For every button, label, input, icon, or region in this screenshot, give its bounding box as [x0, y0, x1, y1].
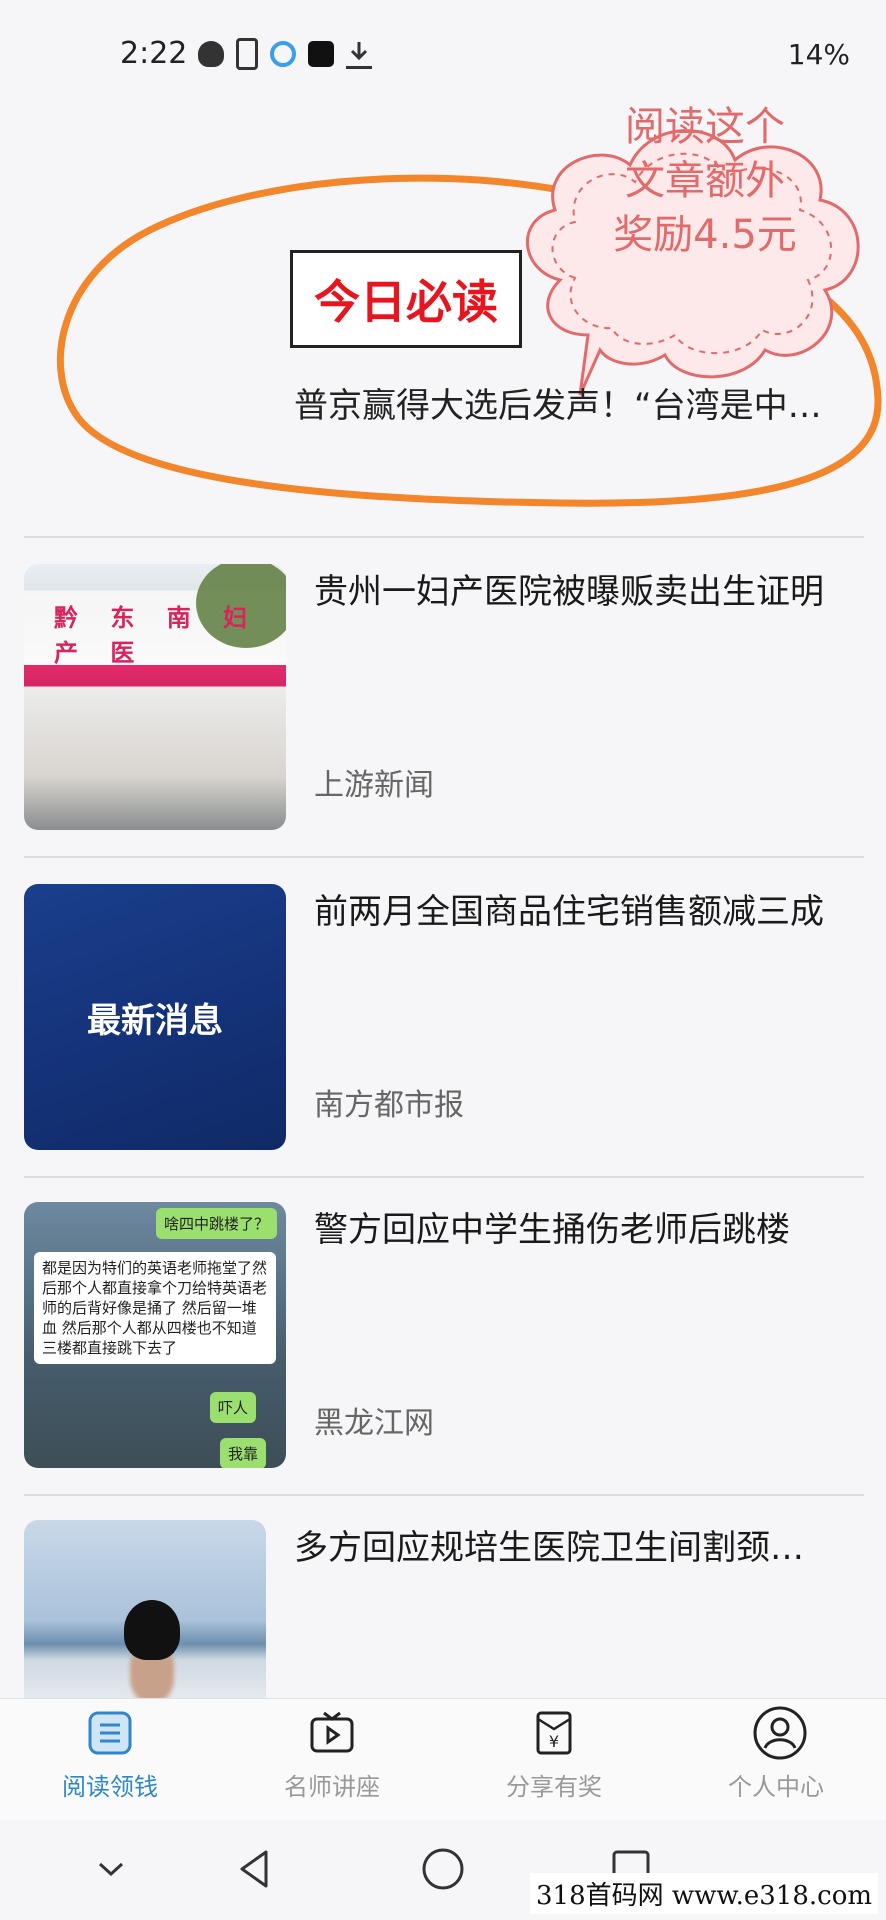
bonus-line-1: 阅读这个: [625, 104, 785, 150]
news-item[interactable]: 最新消息 前两月全国商品住宅销售额减三成 南方都市报: [24, 884, 864, 1154]
must-read-badge: 今日必读: [290, 250, 522, 348]
watermark: 318首码网 www.e318.com: [530, 1873, 878, 1914]
tab-lectures[interactable]: 名师讲座: [232, 1709, 432, 1802]
tab-label: 分享有奖: [506, 1773, 602, 1801]
divider: [24, 1176, 864, 1178]
download-icon: [346, 40, 372, 69]
tab-label: 名师讲座: [284, 1773, 380, 1801]
browser-icon: [270, 41, 296, 67]
tiktok-icon: [308, 41, 334, 67]
news-item[interactable]: 多方回应规培生医院卫生间割颈…: [24, 1520, 864, 1698]
alert-icon: [236, 38, 258, 70]
chat-bubble-message: 都是因为特们的英语老师拖堂了然后那个人都直接拿个刀给特英语老师的后背好像是捅了 …: [34, 1252, 276, 1364]
divider: [24, 856, 864, 858]
news-source: 南方都市报: [314, 1088, 464, 1123]
chat-bubble-top: 啥四中跳楼了？: [156, 1208, 278, 1239]
status-icons: [198, 38, 372, 70]
bonus-line-3: 奖励4.5元: [613, 212, 797, 258]
news-thumbnail: 最新消息: [24, 884, 286, 1150]
bonus-line-2: 文章额外: [625, 158, 785, 204]
news-source: 上游新闻: [314, 768, 434, 803]
tab-share-reward[interactable]: ¥ 分享有奖: [454, 1709, 654, 1802]
news-thumbnail: [24, 1520, 266, 1698]
news-title[interactable]: 多方回应规培生医院卫生间割颈…: [294, 1526, 864, 1570]
divider: [24, 1494, 864, 1496]
status-time: 2:22: [120, 36, 188, 71]
tab-profile[interactable]: 个人中心: [676, 1706, 876, 1802]
news-title[interactable]: 警方回应中学生捅伤老师后跳楼: [314, 1208, 874, 1252]
list-icon: [86, 1709, 134, 1757]
bottom-navigation: 阅读领钱 名师讲座 ¥ 分享有奖 个人中心: [0, 1698, 886, 1821]
news-thumbnail: 啥四中跳楼了？ 都是因为特们的英语老师拖堂了然后那个人都直接拿个刀给特英语老师的…: [24, 1202, 286, 1468]
back-icon[interactable]: [230, 1844, 280, 1894]
chevron-down-icon[interactable]: [86, 1844, 136, 1894]
news-item[interactable]: 黔 东 南 妇 产 医 贵州一妇产医院被曝贩卖出生证明 上游新闻: [24, 564, 864, 834]
divider: [24, 536, 864, 538]
news-thumbnail: 黔 东 南 妇 产 医: [24, 564, 286, 830]
news-title[interactable]: 前两月全国商品住宅销售额减三成: [314, 890, 874, 934]
news-item[interactable]: 啥四中跳楼了？ 都是因为特们的英语老师拖堂了然后那个人都直接拿个刀给特英语老师的…: [24, 1202, 864, 1472]
envelope-yuan-icon: ¥: [530, 1709, 578, 1757]
news-source: 黑龙江网: [314, 1406, 434, 1441]
tab-label: 个人中心: [728, 1773, 824, 1801]
battery-indicator: 14%: [787, 38, 850, 71]
banner-headline[interactable]: 普京赢得大选后发声！“台湾是中…: [294, 378, 864, 427]
person-icon: [752, 1706, 807, 1760]
news-title[interactable]: 贵州一妇产医院被曝贩卖出生证明: [314, 570, 874, 614]
home-icon[interactable]: [418, 1844, 468, 1894]
svg-text:¥: ¥: [549, 1732, 559, 1751]
bonus-text: 阅读这个 文章额外 奖励4.5元: [585, 100, 825, 262]
thumbnail-text: 最新消息: [87, 1000, 223, 1041]
must-read-banner[interactable]: 今日必读 普京赢得大选后发声！“台湾是中… 阅读这个 文章额外 奖励4.5元: [0, 104, 886, 530]
tab-label: 阅读领钱: [62, 1773, 158, 1801]
qq-icon: [198, 41, 224, 67]
tv-icon: [308, 1709, 356, 1757]
tab-read-earn[interactable]: 阅读领钱: [10, 1709, 210, 1802]
chat-bubble-reply: 我靠: [220, 1438, 267, 1468]
status-bar: 2:22 14%: [0, 0, 886, 110]
chat-bubble-reply: 吓人: [210, 1392, 257, 1423]
thumbnail-sign-text: 黔 东 南 妇 产 医: [54, 604, 260, 667]
